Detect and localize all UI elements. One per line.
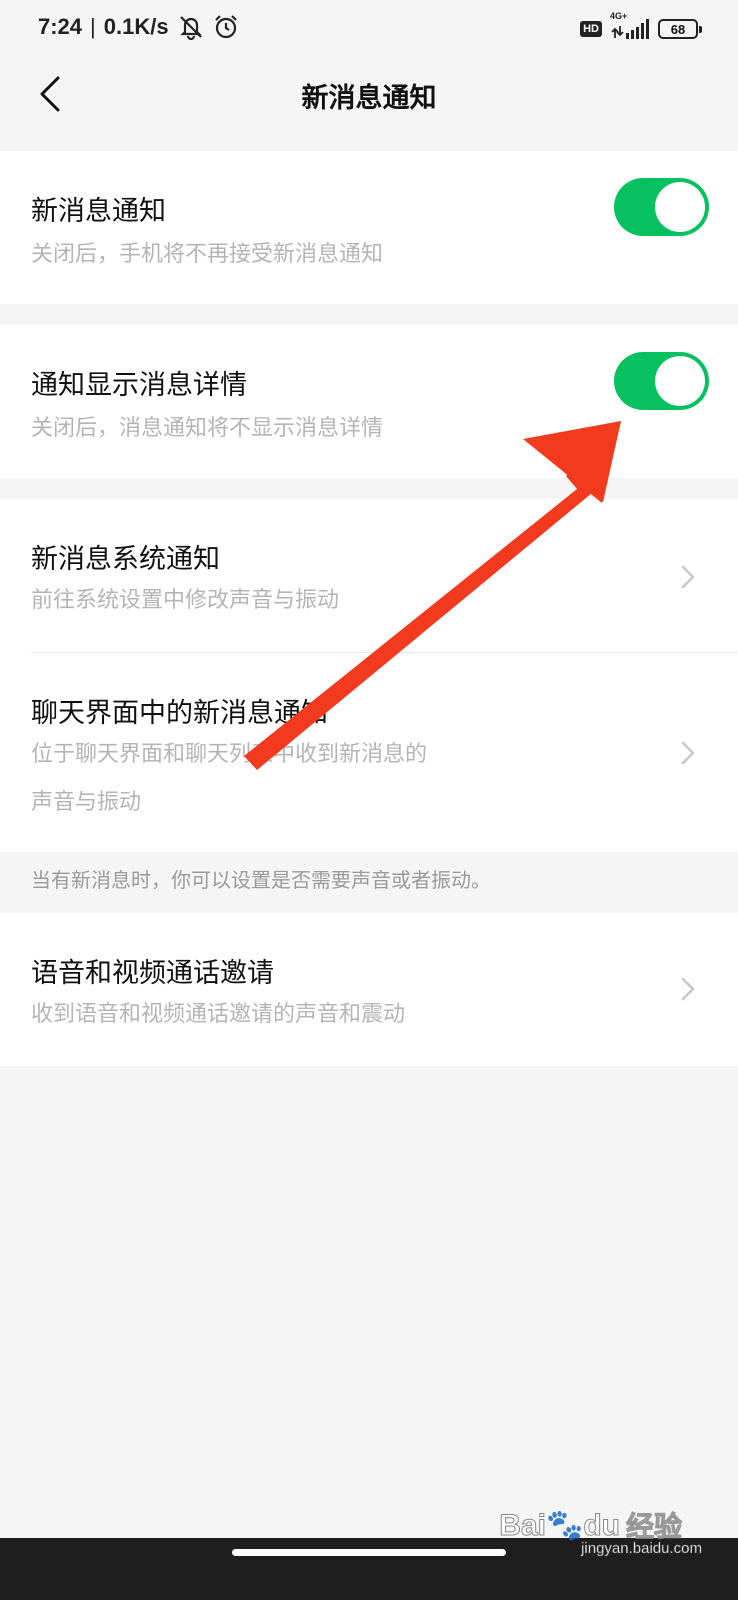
battery-level: 68 <box>670 21 686 37</box>
show-details-subtitle: 关闭后，消息通知将不显示消息详情 <box>31 416 384 441</box>
toggle-knob <box>655 182 705 232</box>
call-invite-subtitle: 收到语音和视频通话邀请的声音和震动 <box>31 1002 406 1027</box>
battery-icon: 68 <box>658 19 702 39</box>
chat-notify-title: 聊天界面中的新消息通知 <box>31 698 328 729</box>
system-notify-row[interactable]: 新消息系统通知 前往系统设置中修改声音与振动 <box>0 499 738 652</box>
call-invite-row[interactable]: 语音和视频通话邀请 收到语音和视频通话邀请的声音和震动 <box>0 913 738 1066</box>
watermark-url: jingyan.baidu.com <box>581 1540 702 1558</box>
watermark-text: 经验 <box>625 1510 682 1544</box>
paw-icon: 🐾 <box>545 1508 584 1542</box>
baidu-watermark: Bai🐾du 经验 <box>499 1505 683 1545</box>
sound-settings-card: 新消息系统通知 前往系统设置中修改声音与振动 聊天界面中的新消息通知 位于聊天界… <box>0 499 738 852</box>
new-message-notify-card: 新消息通知 关闭后，手机将不再接受新消息通知 <box>0 151 738 304</box>
sound-hint-text: 当有新消息时，你可以设置是否需要声音或者振动。 <box>31 868 491 892</box>
system-notify-subtitle: 前往系统设置中修改声音与振动 <box>31 588 340 613</box>
chevron-right-icon <box>681 977 695 1001</box>
signal-icon: 4G+ <box>610 11 650 40</box>
new-message-notify-subtitle: 关闭后，手机将不再接受新消息通知 <box>31 242 384 267</box>
call-invite-card: 语音和视频通话邀请 收到语音和视频通话邀请的声音和震动 <box>0 913 738 1066</box>
hd-badge: HD <box>580 21 602 37</box>
chat-notify-row[interactable]: 聊天界面中的新消息通知 位于聊天界面和聊天列表中收到新消息的 声音与振动 <box>0 653 738 852</box>
page-title: 新消息通知 <box>301 83 437 114</box>
status-right: HD 4G+ 68 <box>580 11 702 40</box>
status-time: 7:24 <box>38 14 83 39</box>
home-indicator[interactable] <box>232 1549 506 1556</box>
status-net-speed: 0.1K/s <box>103 14 169 39</box>
call-invite-title: 语音和视频通话邀请 <box>31 958 274 989</box>
new-message-notify-title: 新消息通知 <box>31 196 166 227</box>
chevron-right-icon <box>681 565 695 589</box>
system-notify-title: 新消息系统通知 <box>31 544 220 575</box>
show-details-title: 通知显示消息详情 <box>31 370 247 401</box>
chevron-right-icon <box>681 741 695 765</box>
new-message-notify-toggle[interactable] <box>614 178 709 236</box>
watermark-logo: Bai🐾du <box>499 1508 621 1542</box>
status-separator: | <box>90 14 96 39</box>
mute-icon <box>177 14 205 40</box>
status-left: 7:24 | 0.1K/s <box>38 14 239 40</box>
alarm-icon <box>213 14 239 40</box>
show-details-card: 通知显示消息详情 关闭后，消息通知将不显示消息详情 <box>0 325 738 478</box>
nav-bar: 新消息通知 <box>0 64 738 150</box>
show-details-toggle[interactable] <box>614 352 709 410</box>
network-type: 4G+ <box>610 11 628 21</box>
toggle-knob <box>655 356 705 406</box>
status-bar: 7:24 | 0.1K/s HD 4G+ 68 <box>0 0 738 64</box>
chat-notify-subtitle-line1: 位于聊天界面和聊天列表中收到新消息的 <box>31 742 428 767</box>
chat-notify-subtitle-line2: 声音与振动 <box>31 790 142 815</box>
